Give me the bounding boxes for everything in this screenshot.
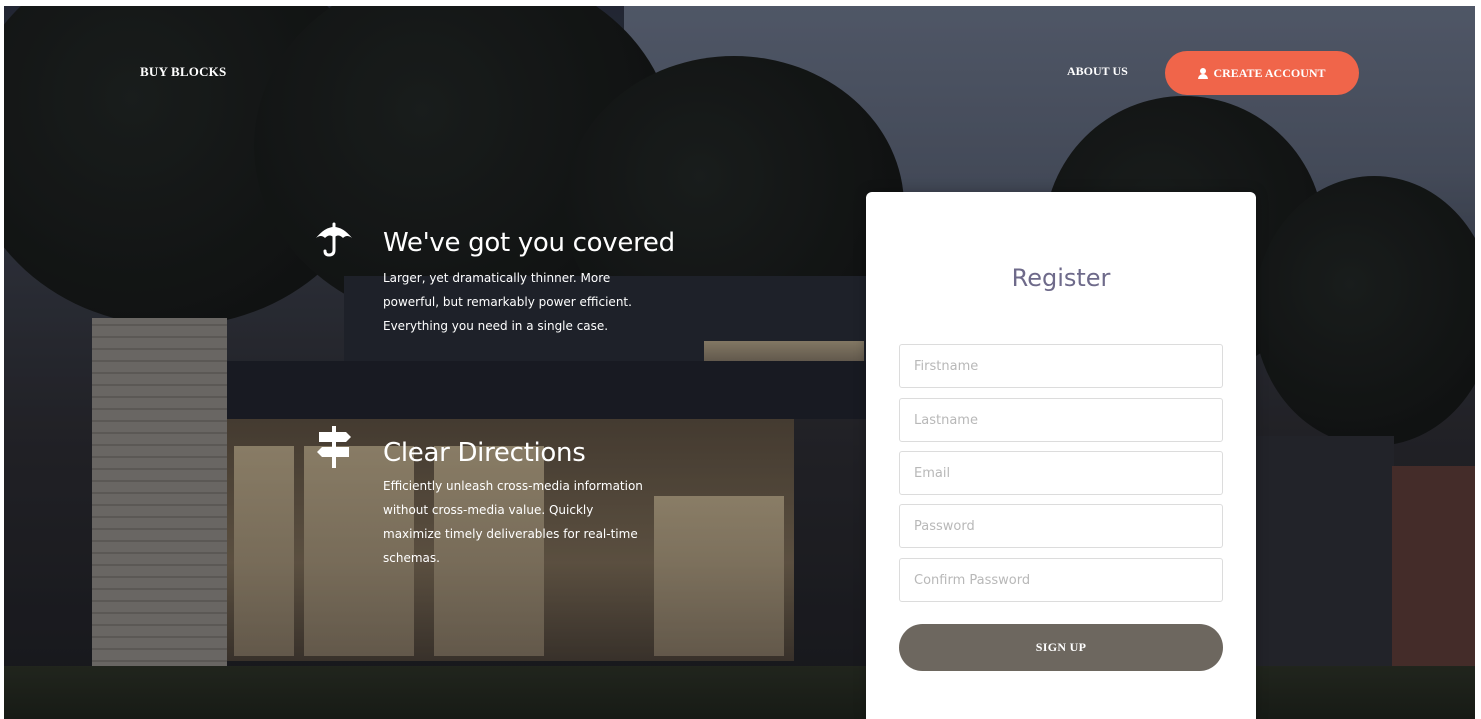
create-account-button[interactable]: CREATE ACCOUNT bbox=[1165, 51, 1359, 95]
feature-text-line: Everything you need in a single case. bbox=[383, 319, 609, 333]
password-field[interactable] bbox=[899, 504, 1223, 548]
feature-text-line: without cross-media value. Quickly bbox=[383, 503, 594, 517]
register-title: Register bbox=[1011, 264, 1111, 292]
feature-text-line: maximize timely deliverables for real-ti… bbox=[383, 527, 638, 541]
sign-up-button[interactable]: SIGN UP bbox=[899, 624, 1223, 671]
feature-text-line: schemas. bbox=[383, 551, 440, 565]
feature-text-line: powerful, but remarkably power efficient… bbox=[383, 295, 632, 309]
feature-description: Efficiently unleash cross-media informat… bbox=[383, 474, 763, 570]
feature-description: Larger, yet dramatically thinner. More p… bbox=[383, 266, 743, 338]
email-field[interactable] bbox=[899, 451, 1223, 495]
feature-title: We've got you covered bbox=[383, 228, 675, 258]
umbrella-icon bbox=[314, 222, 354, 262]
feature-text-line: Larger, yet dramatically thinner. More bbox=[383, 271, 611, 285]
create-account-label: CREATE ACCOUNT bbox=[1213, 65, 1326, 80]
feature-title: Clear Directions bbox=[383, 438, 586, 468]
signpost-icon bbox=[316, 426, 352, 472]
user-icon bbox=[1198, 67, 1209, 79]
nav-about-link[interactable]: ABOUT US bbox=[1067, 64, 1128, 79]
firstname-field[interactable] bbox=[899, 344, 1223, 388]
feature-text-line: Efficiently unleash cross-media informat… bbox=[383, 479, 643, 493]
lastname-field[interactable] bbox=[899, 398, 1223, 442]
confirm-password-field[interactable] bbox=[899, 558, 1223, 602]
brand-link[interactable]: BUY BLOCKS bbox=[140, 64, 226, 80]
